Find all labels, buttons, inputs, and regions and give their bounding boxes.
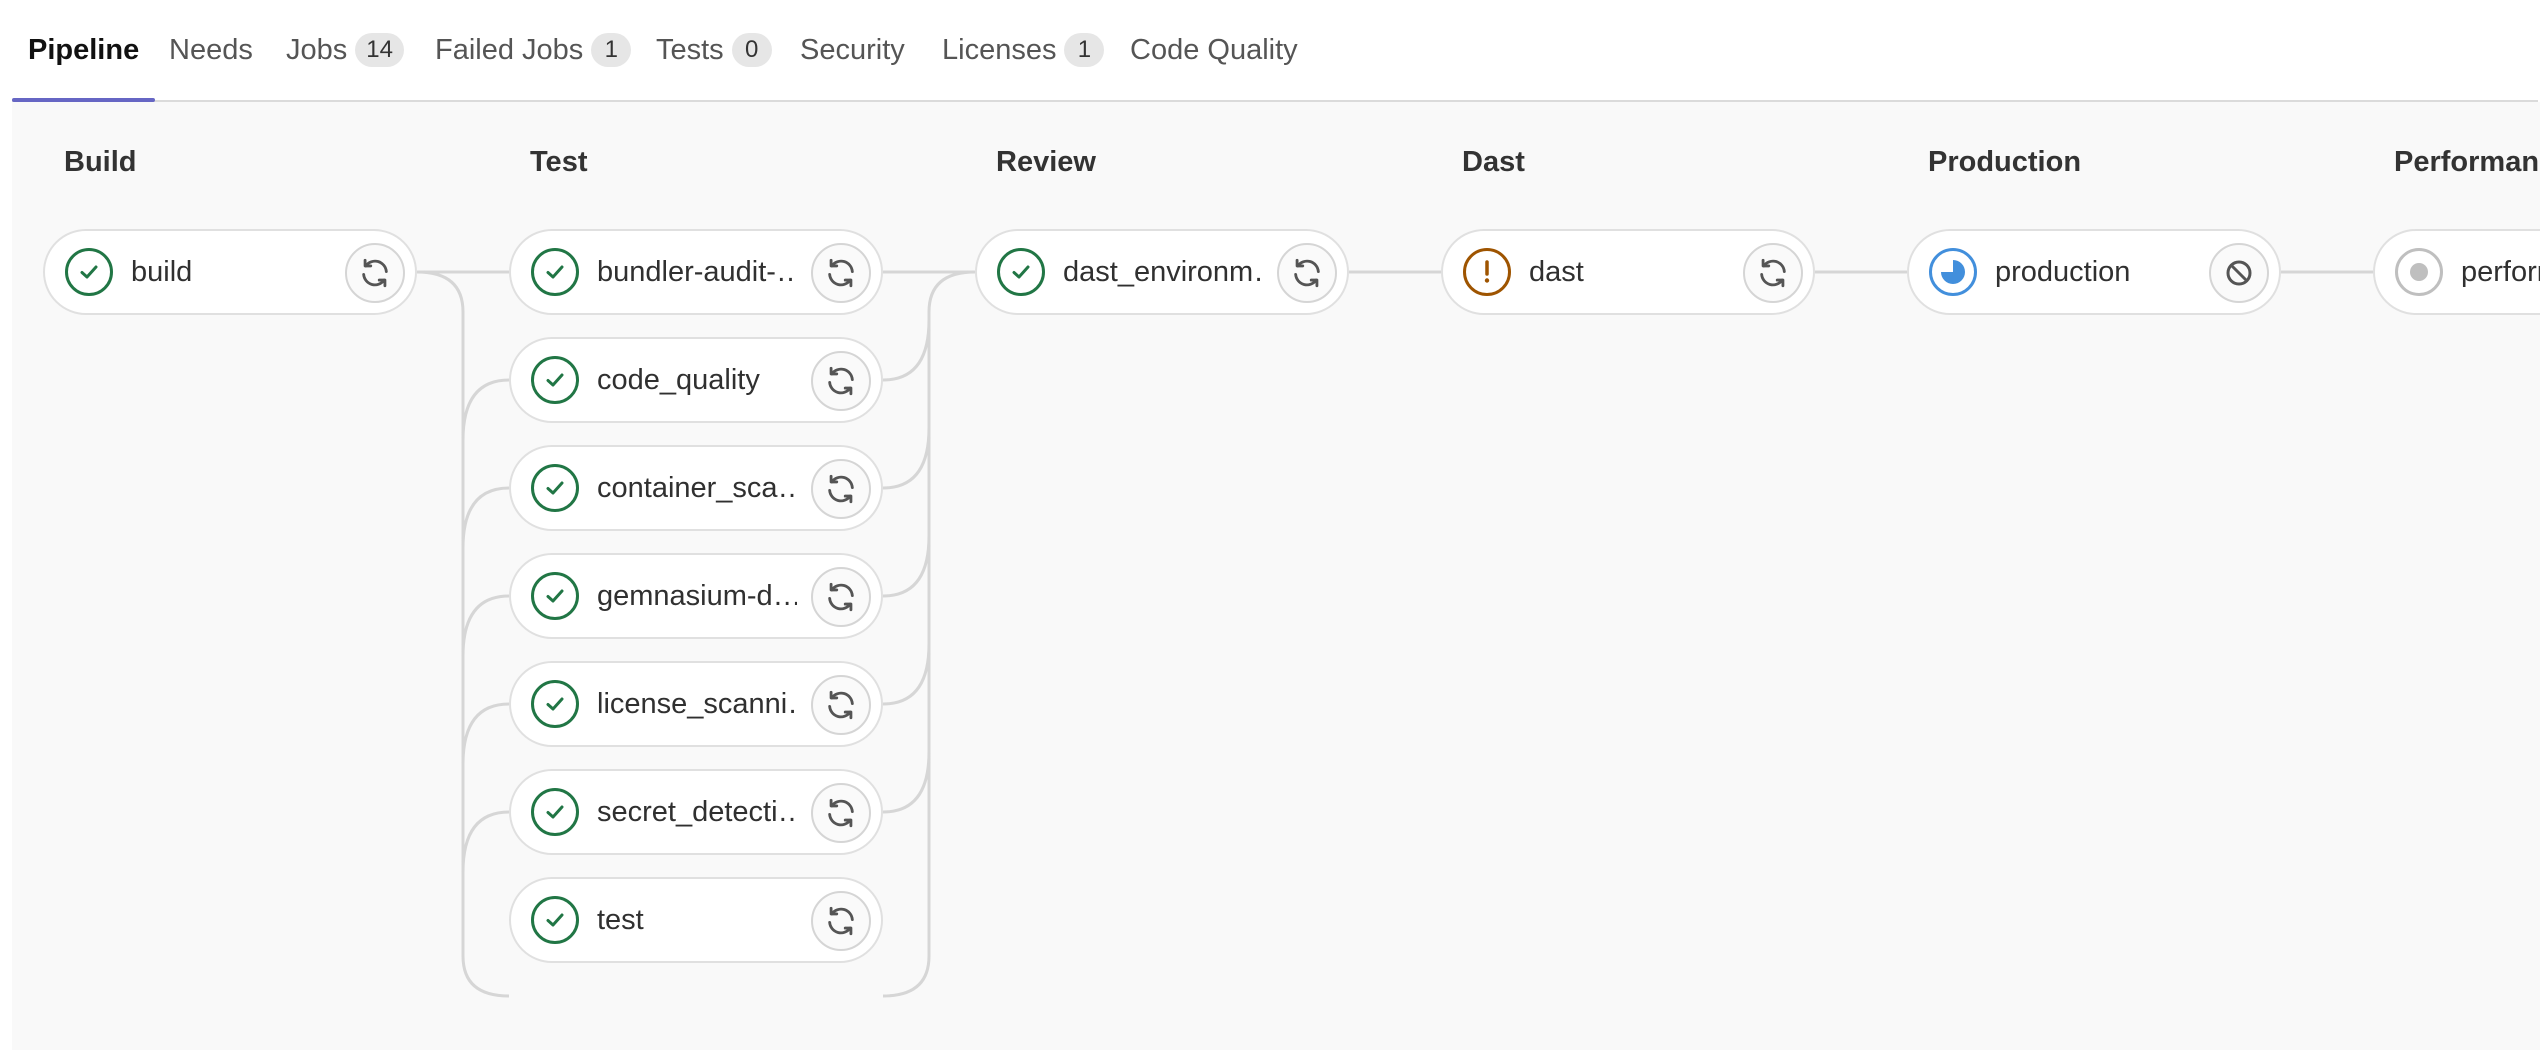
- retry-icon[interactable]: [1277, 243, 1337, 303]
- job-name: gemnasium-d…: [597, 580, 797, 612]
- job-name: license_scanni…: [597, 688, 797, 720]
- retry-icon[interactable]: [811, 675, 871, 735]
- job-gemnasium-dependency[interactable]: gemnasium-d…: [509, 553, 883, 639]
- pipeline-tabs: Pipeline Needs Jobs 14 Failed Jobs 1 Tests…: [11, 0, 2538, 102]
- stage-title-review: Review: [996, 146, 1096, 178]
- tab-jobs[interactable]: Jobs 14: [286, 0, 404, 100]
- tab-security[interactable]: Security: [800, 0, 905, 100]
- job-name: test: [597, 904, 644, 936]
- status-success-icon: [531, 248, 579, 296]
- tab-code-quality[interactable]: Code Quality: [1130, 0, 1298, 100]
- job-name: container_sca…: [597, 472, 797, 504]
- tests-count-badge: 0: [731, 33, 772, 67]
- status-success-icon: [531, 572, 579, 620]
- retry-icon[interactable]: [811, 243, 871, 303]
- status-success-icon: [531, 788, 579, 836]
- stage-title-test: Test: [530, 146, 588, 178]
- job-name: secret_detecti…: [597, 796, 797, 828]
- cancel-icon[interactable]: [2209, 243, 2269, 303]
- stage-title-build: Build: [64, 146, 137, 178]
- job-bundler-audit[interactable]: bundler-audit-…: [509, 229, 883, 315]
- job-build[interactable]: build: [43, 229, 417, 315]
- job-name: code_quality: [597, 364, 760, 396]
- tab-label: Licenses: [942, 33, 1057, 66]
- licenses-count-badge: 1: [1064, 33, 1105, 67]
- status-success-icon: [531, 356, 579, 404]
- job-dast-environment[interactable]: dast_environm…: [975, 229, 1349, 315]
- stage-title-dast: Dast: [1462, 146, 1525, 178]
- tab-needs[interactable]: Needs: [169, 0, 253, 100]
- job-production[interactable]: production: [1907, 229, 2281, 315]
- job-secret-detection[interactable]: secret_detecti…: [509, 769, 883, 855]
- stage-title-performance: Performance: [2394, 146, 2540, 178]
- retry-icon[interactable]: [811, 351, 871, 411]
- job-name: bundler-audit-…: [597, 256, 797, 288]
- status-success-icon: [531, 680, 579, 728]
- tab-pipeline[interactable]: Pipeline: [11, 0, 156, 102]
- tab-label: Tests: [656, 33, 724, 66]
- job-container-scanning[interactable]: container_sca…: [509, 445, 883, 531]
- pipeline-graph: Build Test Review Dast Production Perfor…: [12, 102, 2540, 1050]
- job-dast[interactable]: dast: [1441, 229, 1815, 315]
- status-success-icon: [531, 464, 579, 512]
- tab-label: Code Quality: [1130, 33, 1298, 66]
- tab-label: Failed Jobs: [435, 33, 584, 66]
- status-success-icon: [997, 248, 1045, 296]
- jobs-count-badge: 14: [355, 33, 404, 67]
- job-test[interactable]: test: [509, 877, 883, 963]
- status-success-icon: [531, 896, 579, 944]
- tab-licenses[interactable]: Licenses 1: [942, 0, 1105, 100]
- tab-label: Pipeline: [28, 33, 140, 66]
- tab-failed-jobs[interactable]: Failed Jobs 1: [435, 0, 632, 100]
- tab-label: Needs: [169, 33, 253, 66]
- job-name: dast_environm…: [1063, 256, 1263, 288]
- status-running-icon: [1929, 248, 1977, 296]
- job-performance[interactable]: performance: [2373, 229, 2540, 315]
- tab-label: Jobs: [286, 33, 348, 66]
- retry-icon[interactable]: [345, 243, 405, 303]
- retry-icon[interactable]: [1743, 243, 1803, 303]
- job-name: performance: [2461, 256, 2540, 288]
- job-name: production: [1995, 256, 2131, 288]
- status-success-icon: [65, 248, 113, 296]
- status-warning-icon: [1463, 248, 1511, 296]
- retry-icon[interactable]: [811, 459, 871, 519]
- tab-tests[interactable]: Tests 0: [656, 0, 772, 100]
- job-code-quality[interactable]: code_quality: [509, 337, 883, 423]
- job-name: dast: [1529, 256, 1584, 288]
- retry-icon[interactable]: [811, 783, 871, 843]
- failed-jobs-count-badge: 1: [591, 33, 632, 67]
- retry-icon[interactable]: [811, 891, 871, 951]
- stage-title-production: Production: [1928, 146, 2082, 178]
- job-license-scanning[interactable]: license_scanni…: [509, 661, 883, 747]
- tab-label: Security: [800, 33, 905, 66]
- retry-icon[interactable]: [811, 567, 871, 627]
- status-created-icon: [2395, 248, 2443, 296]
- job-name: build: [131, 256, 193, 288]
